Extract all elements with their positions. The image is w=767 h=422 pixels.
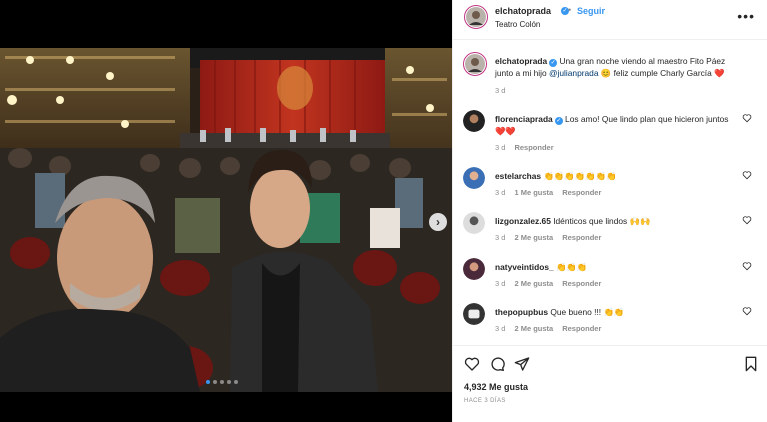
post-username[interactable]: elchatoprada (495, 6, 551, 16)
carousel-dot (220, 380, 224, 384)
heart-icon[interactable] (742, 306, 752, 316)
comment-likes[interactable]: 2 Me gusta (514, 324, 553, 333)
comment-time: 3 d (495, 279, 506, 288)
avatar[interactable] (463, 212, 485, 234)
post-location[interactable]: Teatro Colón (495, 20, 540, 29)
caption-text: elchatoprada ✓ Una gran noche viendo al m… (495, 55, 735, 79)
post-photo[interactable] (0, 48, 452, 392)
comment-text: 👏👏👏 (555, 262, 588, 272)
caption-username[interactable]: elchatoprada (495, 56, 547, 66)
carousel-dot (213, 380, 217, 384)
carousel-dot (227, 380, 231, 384)
avatar[interactable] (463, 258, 485, 280)
chevron-right-icon[interactable]: › (429, 213, 447, 231)
reply-button[interactable]: Responder (562, 279, 601, 288)
comment-time: 3 d (495, 143, 506, 152)
heart-icon[interactable] (742, 261, 752, 271)
comment-text: Que bueno !!! 👏👏 (550, 307, 625, 317)
heart-icon[interactable] (742, 113, 752, 123)
avatar[interactable] (463, 303, 485, 325)
reply-button[interactable]: Responder (562, 188, 601, 197)
reply-button[interactable]: Responder (514, 143, 553, 152)
comment-likes[interactable]: 2 Me gusta (514, 279, 553, 288)
comment-username[interactable]: florenciaprada (495, 114, 553, 124)
avatar[interactable] (463, 167, 485, 189)
avatar[interactable] (463, 110, 485, 132)
follow-button[interactable]: Seguir (577, 6, 605, 16)
caption-time: 3 d (495, 86, 506, 95)
post-panel: elchatoprada ✓ • Seguir Teatro Colón •••… (452, 0, 767, 422)
heart-icon[interactable] (742, 215, 752, 225)
comment-time: 3 d (495, 233, 506, 242)
comment-likes[interactable]: 2 Me gusta (514, 233, 553, 242)
post-actions: 4,932 Me gusta HACE 3 DÍAS (453, 345, 767, 422)
carousel-indicator (206, 380, 238, 384)
comment-username[interactable]: estelarchas (495, 171, 541, 181)
comment-time: 3 d (495, 188, 506, 197)
reply-button[interactable]: Responder (562, 324, 601, 333)
post-media: › (0, 0, 452, 422)
comment-username[interactable]: lizgonzalez.65 (495, 216, 551, 226)
caption-meta: 3 d (495, 86, 505, 95)
comment-username[interactable]: thepopupbus (495, 307, 548, 317)
comment-icon[interactable] (489, 356, 505, 372)
carousel-dot (234, 380, 238, 384)
comment-username[interactable]: natyveintidos_ (495, 262, 554, 272)
heart-icon[interactable] (742, 170, 752, 180)
avatar[interactable] (464, 5, 488, 29)
comment-time: 3 d (495, 324, 506, 333)
heart-icon[interactable] (464, 356, 480, 372)
separator: • (568, 5, 572, 15)
post-header: elchatoprada ✓ • Seguir Teatro Colón ••• (453, 0, 767, 40)
mention-link[interactable]: @julianprada (549, 68, 598, 78)
bookmark-icon[interactable] (743, 356, 759, 372)
verified-icon: ✓ (554, 117, 563, 125)
post-timestamp: HACE 3 DÍAS (464, 398, 506, 404)
verified-icon: ✓ (549, 59, 558, 67)
more-options-icon[interactable]: ••• (737, 8, 755, 24)
comment-likes[interactable]: 1 Me gusta (514, 188, 553, 197)
share-icon[interactable] (514, 356, 530, 372)
caption-text-part: 😊 feliz cumple Charly García ❤️ (600, 68, 725, 78)
comment-text: 👏👏👏👏👏👏👏 (543, 171, 617, 181)
reply-button[interactable]: Responder (562, 233, 601, 242)
likes-count[interactable]: 4,932 Me gusta (464, 382, 528, 392)
carousel-dot (206, 380, 210, 384)
comment-text: Idénticos que lindos 🙌🙌 (553, 216, 651, 226)
avatar[interactable] (463, 52, 487, 76)
